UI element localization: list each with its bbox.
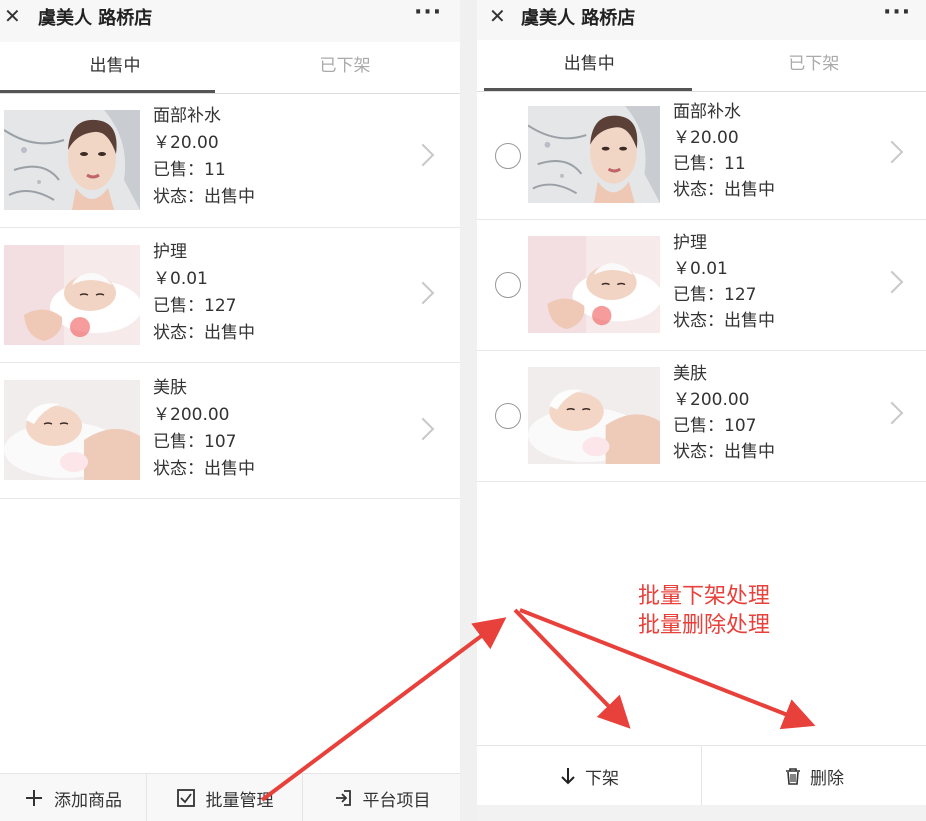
annotation-text: 批量下架处理 批量删除处理: [638, 582, 770, 640]
product-name: 美肤: [153, 378, 187, 398]
product-info: 美肤 ￥200.00 已售：107 状态：出售中: [673, 361, 775, 465]
chevron-right-icon: [411, 281, 435, 305]
delist-label: 下架: [585, 768, 619, 789]
product-info: 面部补水 ￥20.00 已售：11 状态：出售中: [673, 99, 775, 203]
platform-items-button[interactable]: 平台项目: [303, 774, 460, 821]
delete-button[interactable]: 删除: [702, 746, 926, 806]
chevron-right-icon: [880, 140, 904, 164]
trash-icon: [786, 768, 800, 785]
product-status: 状态：出售中: [153, 187, 255, 207]
tab-bar: 出售中 已下架: [0, 42, 460, 94]
product-image-facial-hydration: [528, 106, 660, 203]
product-price: ￥0.01: [153, 269, 208, 289]
product-info: 面部补水 ￥20.00 已售：11 状态：出售中: [153, 103, 255, 211]
tab-bar: 出售中 已下架: [477, 40, 926, 92]
list-item[interactable]: 美肤 ￥200.00 已售：107 状态：出售中: [477, 351, 926, 482]
batch-manage-button[interactable]: 批量管理: [147, 774, 302, 821]
page-title: 虞美人 路桥店: [38, 8, 153, 29]
product-sold: 已售：11: [673, 154, 746, 174]
product-status: 状态：出售中: [673, 311, 775, 331]
product-price: ￥20.00: [673, 128, 739, 148]
product-status: 状态：出售中: [153, 323, 255, 343]
tab-delisted[interactable]: 已下架: [230, 42, 460, 94]
product-image-skin-beauty: [528, 367, 660, 464]
product-info: 护理 ￥0.01 已售：127 状态：出售中: [153, 239, 255, 347]
product-status: 状态：出售中: [673, 442, 775, 462]
annotation-line-batch-delete: 批量删除处理: [638, 613, 771, 638]
title-bar: ✕ 虞美人 路桥店 ···: [0, 0, 460, 42]
product-price: ￥200.00: [673, 390, 750, 410]
delete-label: 删除: [810, 768, 844, 789]
product-name: 护理: [673, 233, 707, 253]
product-info: 美肤 ￥200.00 已售：107 状态：出售中: [153, 375, 255, 483]
chevron-right-icon: [880, 401, 904, 425]
list-item[interactable]: 美肤 ￥200.00 已售：107 状态：出售中: [0, 363, 460, 499]
delist-button[interactable]: 下架: [477, 746, 701, 806]
plus-icon: [26, 790, 42, 806]
product-image-care: [4, 245, 140, 345]
tab-on-sale[interactable]: 出售中: [0, 42, 230, 94]
more-icon[interactable]: ···: [883, 0, 911, 25]
list-item[interactable]: 护理 ￥0.01 已售：127 状态：出售中: [477, 220, 926, 351]
checkbox-icon: [176, 789, 195, 807]
select-radio[interactable]: [495, 403, 521, 429]
chevron-right-icon: [880, 270, 904, 294]
list-item[interactable]: 面部补水 ￥20.00 已售：11 状态：出售中: [477, 92, 926, 220]
arrow-down-icon: [561, 768, 575, 785]
bottom-toolbar: 添加商品 批量管理 平台项目: [0, 773, 460, 821]
tab-delisted[interactable]: 已下架: [702, 40, 926, 92]
left-screen: ✕ 虞美人 路桥店 ··· 出售中 已下架 面部补水 ￥20.00 已售：11 …: [0, 0, 460, 821]
platform-items-label: 平台项目: [362, 790, 431, 811]
bottom-safe-area: [477, 805, 926, 821]
product-price: ￥0.01: [673, 259, 728, 279]
close-icon[interactable]: ✕: [4, 4, 21, 28]
product-info: 护理 ￥0.01 已售：127 状态：出售中: [673, 230, 775, 334]
product-name: 面部补水: [673, 102, 741, 122]
product-sold: 已售：107: [153, 432, 237, 452]
add-product-button[interactable]: 添加商品: [0, 774, 146, 821]
screenshot-divider: [460, 0, 477, 821]
product-name: 护理: [153, 242, 187, 262]
product-status: 状态：出售中: [153, 459, 255, 479]
list-item[interactable]: 面部补水 ￥20.00 已售：11 状态：出售中: [0, 94, 460, 228]
add-product-label: 添加商品: [54, 790, 122, 811]
title-bar: ✕ 虞美人 路桥店 ···: [477, 0, 926, 42]
batch-manage-label: 批量管理: [205, 790, 274, 811]
close-icon[interactable]: ✕: [489, 4, 506, 28]
right-screen: ✕ 虞美人 路桥店 ··· 出售中 已下架 面部补水 ￥20.00 已售：11 …: [477, 0, 926, 821]
product-price: ￥200.00: [153, 405, 230, 425]
product-status: 状态：出售中: [673, 180, 775, 200]
batch-action-bar: 下架 删除: [477, 745, 926, 806]
select-radio[interactable]: [495, 143, 521, 169]
product-sold: 已售：127: [673, 285, 757, 305]
product-image-care: [528, 236, 660, 333]
product-image-facial-hydration: [4, 110, 140, 210]
product-name: 面部补水: [153, 106, 221, 126]
product-sold: 已售：11: [153, 160, 226, 180]
product-name: 美肤: [673, 364, 707, 384]
chevron-right-icon: [411, 143, 435, 167]
product-image-skin-beauty: [4, 380, 140, 480]
import-icon: [335, 790, 351, 806]
annotation-line-batch-delist: 批量下架处理: [638, 584, 771, 609]
select-radio[interactable]: [495, 272, 521, 298]
tab-on-sale[interactable]: 出售中: [477, 40, 702, 92]
chevron-right-icon: [411, 417, 435, 441]
list-item[interactable]: 护理 ￥0.01 已售：127 状态：出售中: [0, 228, 460, 363]
more-icon[interactable]: ···: [414, 0, 442, 25]
page-title: 虞美人 路桥店: [521, 8, 636, 29]
product-sold: 已售：127: [153, 296, 237, 316]
product-price: ￥20.00: [153, 133, 219, 153]
product-sold: 已售：107: [673, 416, 757, 436]
